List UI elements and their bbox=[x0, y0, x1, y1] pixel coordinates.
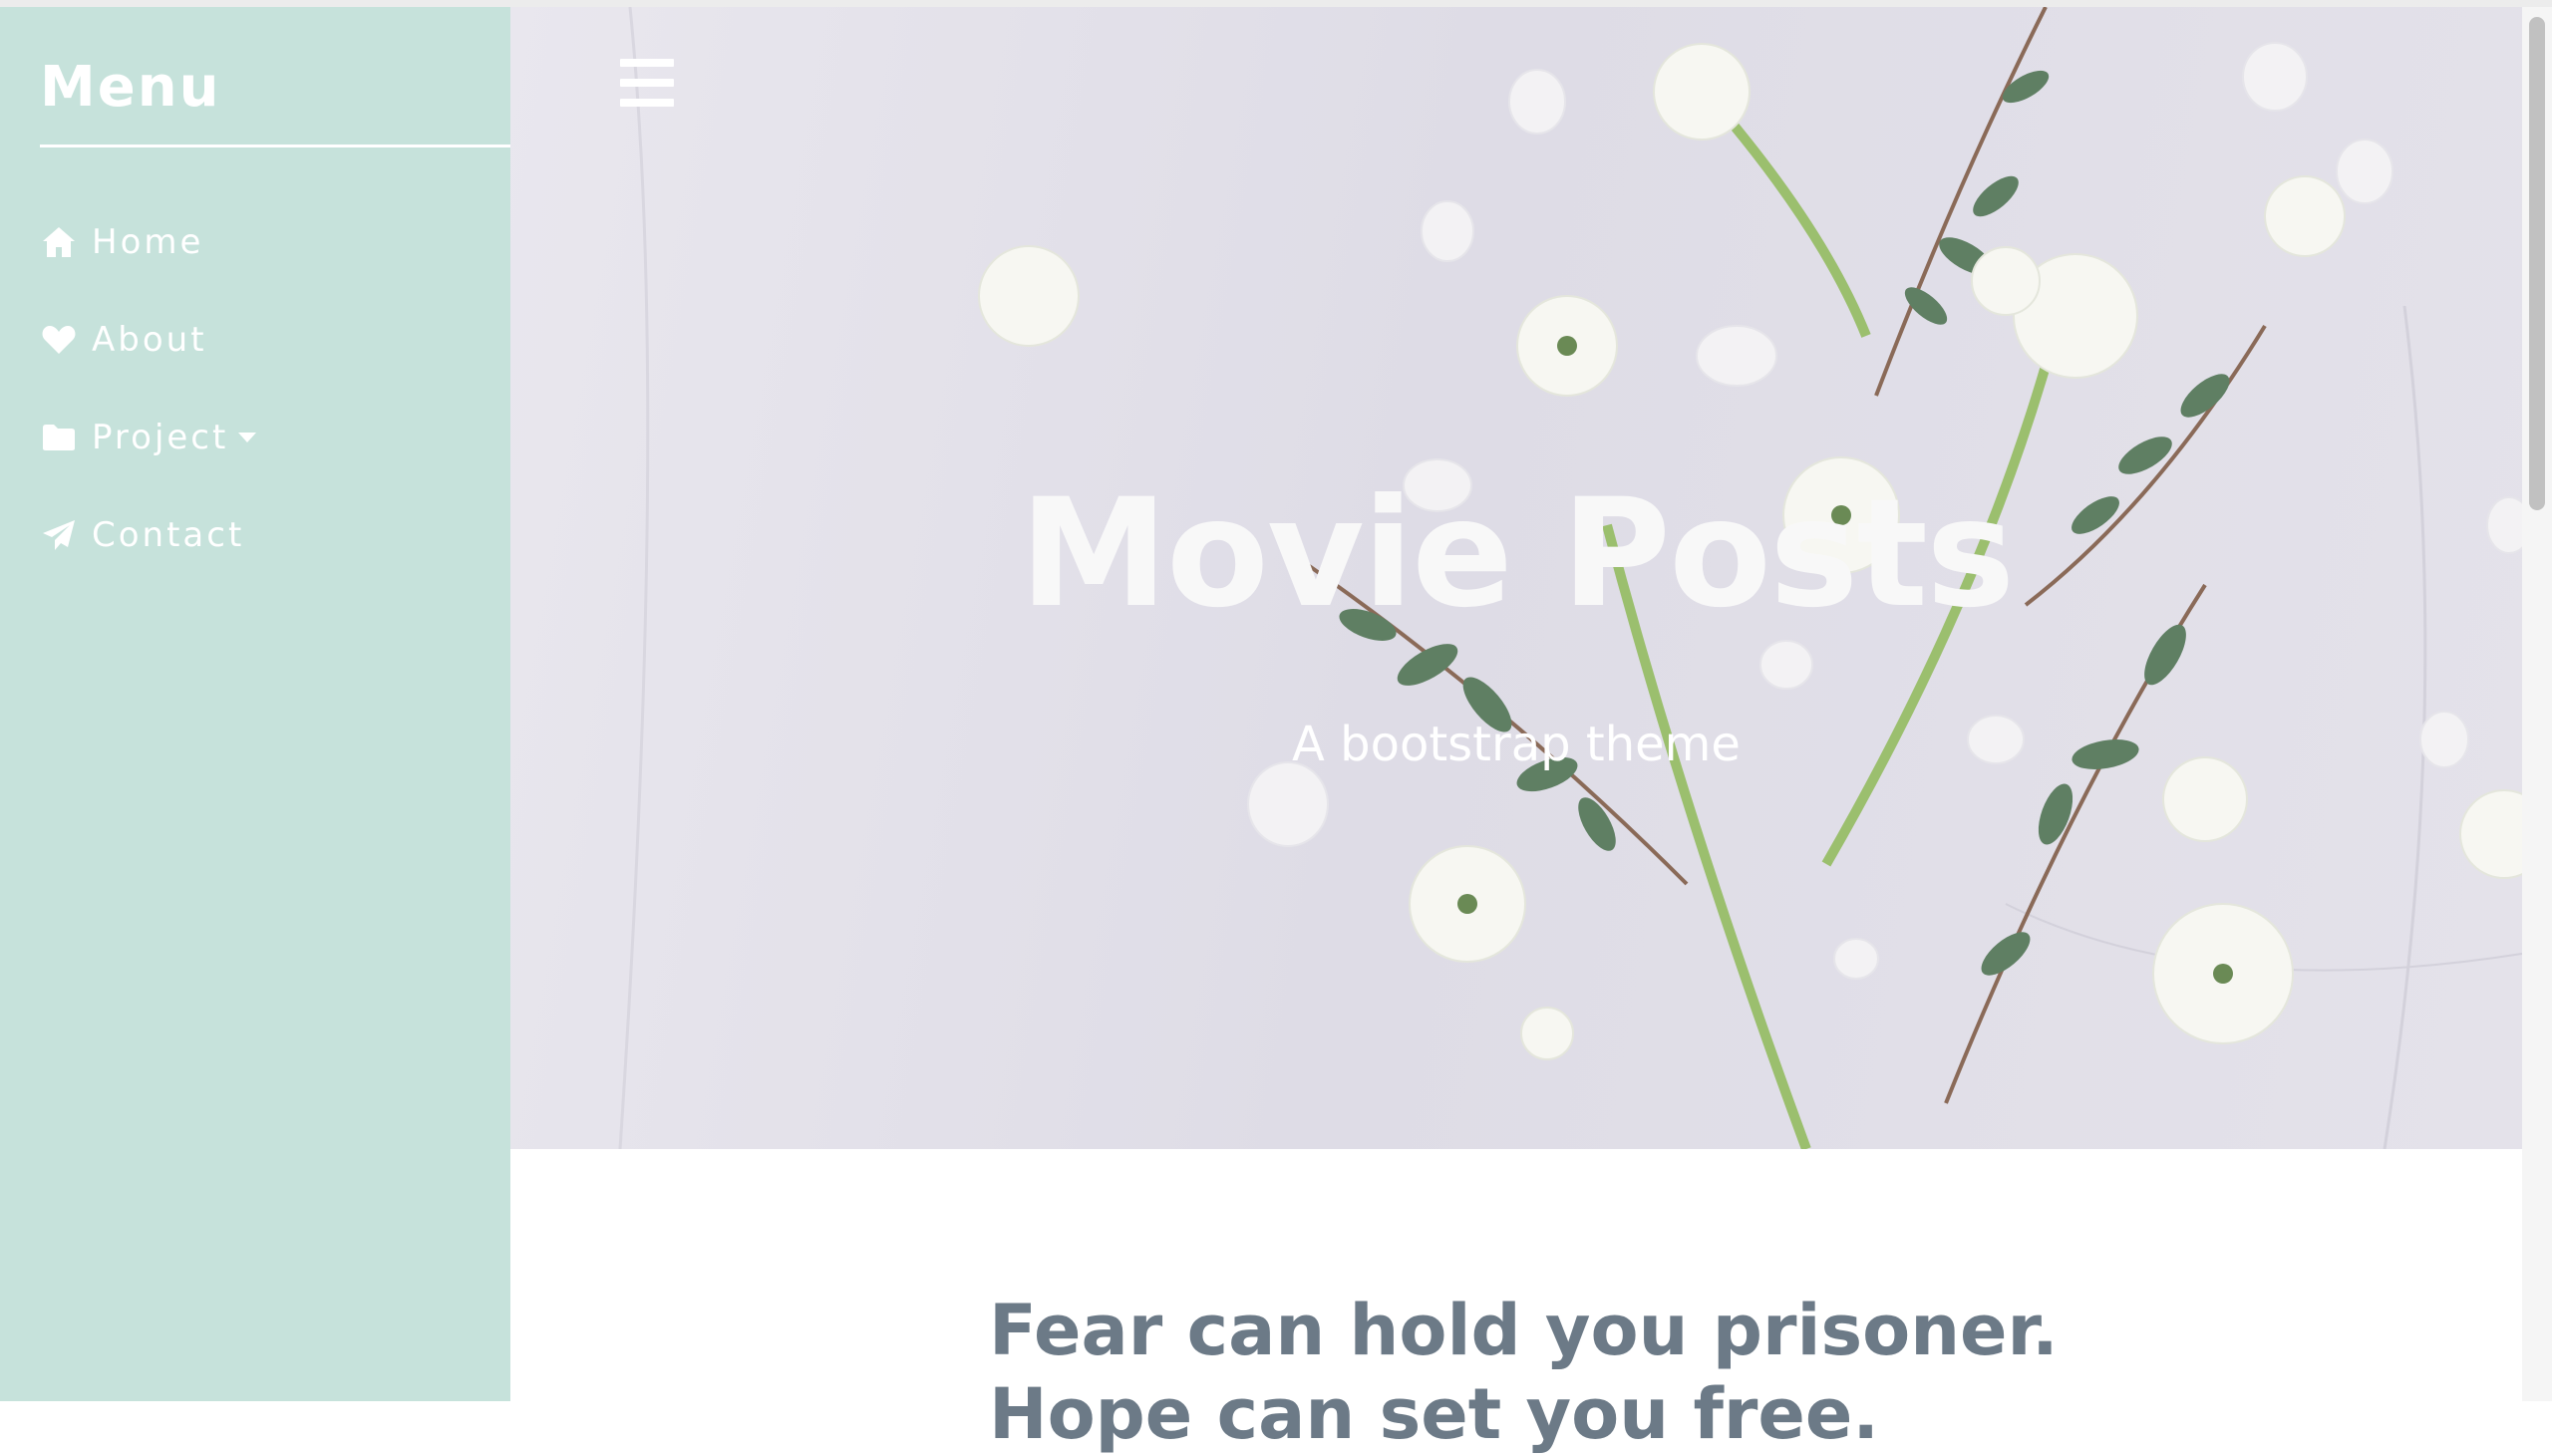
hero-banner: Movie Posts A bootstrap theme bbox=[510, 7, 2522, 1149]
sidebar-item-project[interactable]: Project bbox=[40, 412, 257, 463]
vertical-scrollbar[interactable] bbox=[2522, 7, 2552, 1401]
sidebar: Menu Home About Project Contact bbox=[0, 7, 510, 1401]
sidebar-item-label: Contact bbox=[92, 515, 245, 555]
sidebar-item-home[interactable]: Home bbox=[40, 216, 203, 268]
post-title-line-1[interactable]: Fear can hold you prisoner. bbox=[989, 1289, 2059, 1372]
chevron-down-icon bbox=[238, 433, 257, 442]
sidebar-item-label: About bbox=[92, 320, 207, 360]
folder-icon bbox=[40, 419, 78, 456]
sidebar-item-contact[interactable]: Contact bbox=[40, 509, 244, 561]
sidebar-divider bbox=[40, 145, 510, 147]
sidebar-item-label: Home bbox=[92, 222, 204, 262]
page-subtitle: A bootstrap theme bbox=[1292, 717, 1741, 772]
page-title: Movie Posts bbox=[1019, 467, 2016, 641]
paper-plane-icon bbox=[40, 516, 78, 554]
post-title-line-2[interactable]: Hope can set you free. bbox=[989, 1372, 1879, 1456]
hamburger-menu-icon[interactable] bbox=[620, 59, 674, 107]
sidebar-item-about[interactable]: About bbox=[40, 314, 207, 366]
scrollbar-thumb[interactable] bbox=[2529, 17, 2545, 510]
heart-icon bbox=[40, 321, 78, 359]
home-icon bbox=[40, 223, 78, 261]
sidebar-item-label: Project bbox=[92, 418, 229, 457]
sidebar-title: Menu bbox=[40, 55, 221, 120]
browser-top-edge bbox=[0, 0, 2552, 7]
